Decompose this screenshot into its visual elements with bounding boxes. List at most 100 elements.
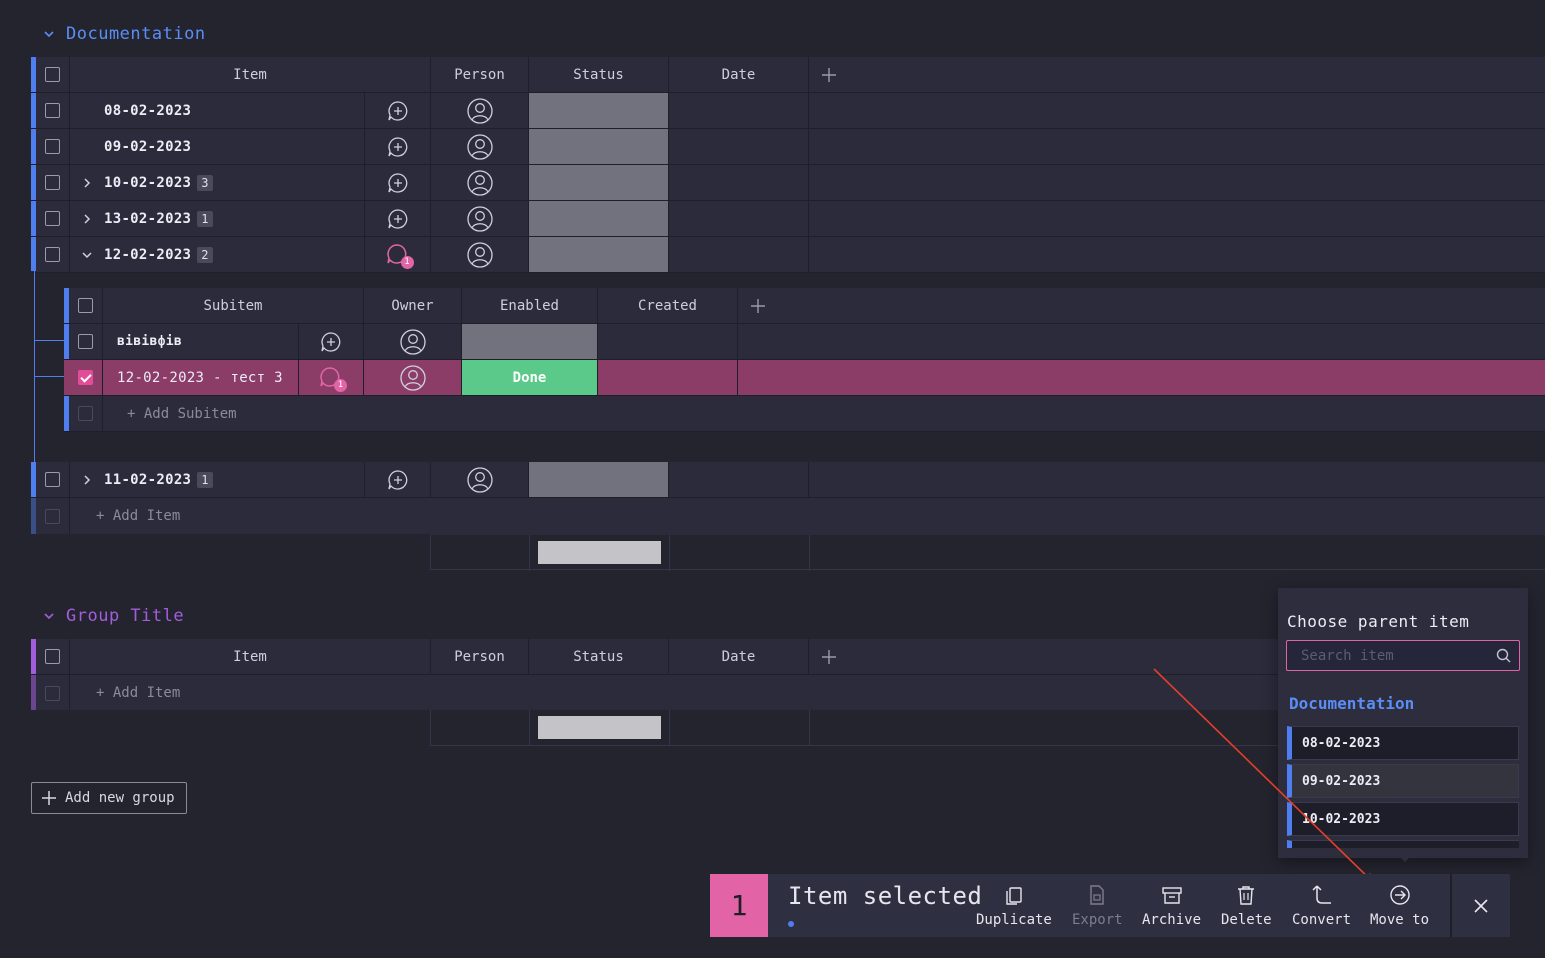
- add-update-icon[interactable]: [387, 100, 409, 122]
- chevron-right-icon[interactable]: [80, 473, 94, 487]
- add-update-icon[interactable]: [387, 469, 409, 491]
- add-column-icon[interactable]: [821, 67, 837, 83]
- row-checkbox[interactable]: [45, 472, 60, 487]
- row-checkbox[interactable]: [45, 211, 60, 226]
- person-avatar-icon[interactable]: [466, 466, 493, 493]
- status-cell[interactable]: [529, 93, 669, 128]
- group-title[interactable]: Group Title: [66, 606, 184, 626]
- add-update-icon[interactable]: [387, 172, 409, 194]
- add-subitem-row[interactable]: + Add Subitem: [64, 396, 1545, 432]
- column-header-item[interactable]: Item: [70, 57, 431, 92]
- created-cell[interactable]: [598, 360, 738, 395]
- date-cell[interactable]: [669, 462, 809, 497]
- person-avatar-icon[interactable]: [466, 241, 493, 268]
- group-header-group-title[interactable]: Group Title: [42, 606, 184, 626]
- status-cell[interactable]: [529, 462, 669, 497]
- add-item-button[interactable]: + Add Item: [96, 685, 180, 701]
- search-input[interactable]: [1301, 646, 1481, 666]
- item-name[interactable]: 09-02-2023: [104, 139, 191, 155]
- move-to-label: Move to: [1370, 912, 1430, 928]
- add-new-group-button[interactable]: Add new group: [31, 782, 187, 814]
- close-button[interactable]: [1450, 874, 1510, 937]
- column-header-date[interactable]: Date: [669, 57, 809, 92]
- archive-button[interactable]: Archive: [1142, 884, 1201, 928]
- table-row[interactable]: 13-02-2023 1: [31, 201, 1545, 237]
- column-header-status[interactable]: Status: [529, 639, 669, 674]
- chevron-right-icon[interactable]: [80, 212, 94, 226]
- person-avatar-icon[interactable]: [466, 97, 493, 124]
- person-avatar-icon[interactable]: [466, 133, 493, 160]
- add-subitem-button[interactable]: + Add Subitem: [127, 406, 237, 422]
- column-header-date[interactable]: Date: [669, 639, 809, 674]
- item-name[interactable]: 11-02-2023: [104, 472, 191, 488]
- table-row[interactable]: 09-02-2023: [31, 129, 1545, 165]
- row-checkbox[interactable]: [45, 175, 60, 190]
- delete-button[interactable]: Delete: [1221, 884, 1272, 928]
- status-summary-bar[interactable]: [538, 716, 661, 739]
- subitem-name[interactable]: вівівфів: [117, 334, 182, 349]
- convert-icon: [1311, 885, 1331, 904]
- subitem-name[interactable]: 12-02-2023 - тест 3: [117, 370, 283, 386]
- column-header-person[interactable]: Person: [431, 639, 529, 674]
- column-header-person[interactable]: Person: [431, 57, 529, 92]
- duplicate-button[interactable]: Duplicate: [976, 884, 1052, 928]
- owner-avatar-icon[interactable]: [399, 364, 426, 391]
- column-header-status[interactable]: Status: [529, 57, 669, 92]
- status-cell[interactable]: [529, 129, 669, 164]
- column-header-enabled[interactable]: Enabled: [462, 288, 598, 323]
- add-column-icon[interactable]: [750, 298, 766, 314]
- chevron-down-icon[interactable]: [80, 248, 94, 262]
- status-cell[interactable]: [529, 201, 669, 236]
- enabled-cell[interactable]: [462, 324, 598, 359]
- chevron-right-icon[interactable]: [80, 176, 94, 190]
- column-header-item[interactable]: Item: [70, 639, 431, 674]
- move-to-button[interactable]: Move to: [1370, 884, 1429, 928]
- table-row[interactable]: 08-02-2023: [31, 93, 1545, 129]
- date-cell[interactable]: [669, 93, 809, 128]
- row-checkbox[interactable]: [45, 103, 60, 118]
- table-row[interactable]: 11-02-2023 1: [31, 462, 1545, 498]
- subitem-row-selected[interactable]: 12-02-2023 - тест 3 1 Done: [64, 360, 1545, 396]
- add-update-icon[interactable]: [387, 208, 409, 230]
- created-cell[interactable]: [598, 324, 738, 359]
- enabled-status-done[interactable]: Done: [462, 360, 598, 395]
- status-cell[interactable]: [529, 237, 669, 272]
- owner-avatar-icon[interactable]: [399, 328, 426, 355]
- date-cell[interactable]: [669, 201, 809, 236]
- item-name[interactable]: 08-02-2023: [104, 103, 191, 119]
- chevron-down-icon[interactable]: [42, 27, 56, 41]
- item-name[interactable]: 13-02-2023: [104, 211, 191, 227]
- select-all-checkbox[interactable]: [45, 649, 60, 664]
- add-update-icon[interactable]: [387, 136, 409, 158]
- add-item-row[interactable]: + Add Item: [31, 675, 1278, 711]
- table-row[interactable]: 10-02-2023 3: [31, 165, 1545, 201]
- row-checkbox[interactable]: [45, 247, 60, 262]
- column-header-owner[interactable]: Owner: [364, 288, 462, 323]
- select-all-checkbox[interactable]: [45, 67, 60, 82]
- status-cell[interactable]: [529, 165, 669, 200]
- date-cell[interactable]: [669, 129, 809, 164]
- subitem-row[interactable]: вівівфів: [64, 324, 1545, 360]
- chevron-down-icon[interactable]: [42, 609, 56, 623]
- person-avatar-icon[interactable]: [466, 169, 493, 196]
- table-row[interactable]: 12-02-2023 2 1: [31, 237, 1545, 273]
- column-header-subitem[interactable]: Subitem: [103, 288, 364, 323]
- add-column-icon[interactable]: [821, 649, 837, 665]
- convert-button[interactable]: Convert: [1292, 884, 1351, 928]
- add-item-row[interactable]: + Add Item: [31, 498, 1545, 534]
- subitem-checkbox-checked[interactable]: [78, 370, 93, 385]
- person-avatar-icon[interactable]: [466, 205, 493, 232]
- date-cell[interactable]: [669, 165, 809, 200]
- add-item-button[interactable]: + Add Item: [96, 508, 180, 524]
- row-checkbox[interactable]: [45, 139, 60, 154]
- item-name[interactable]: 12-02-2023: [104, 247, 191, 263]
- select-all-subitems-checkbox[interactable]: [78, 298, 93, 313]
- column-header-created[interactable]: Created: [598, 288, 738, 323]
- status-summary-bar[interactable]: [538, 541, 661, 564]
- group-header-documentation[interactable]: Documentation: [42, 24, 206, 44]
- item-name[interactable]: 10-02-2023: [104, 175, 191, 191]
- date-cell[interactable]: [669, 237, 809, 272]
- add-update-icon[interactable]: [320, 331, 342, 353]
- group-title[interactable]: Documentation: [66, 24, 206, 44]
- subitem-checkbox[interactable]: [78, 334, 93, 349]
